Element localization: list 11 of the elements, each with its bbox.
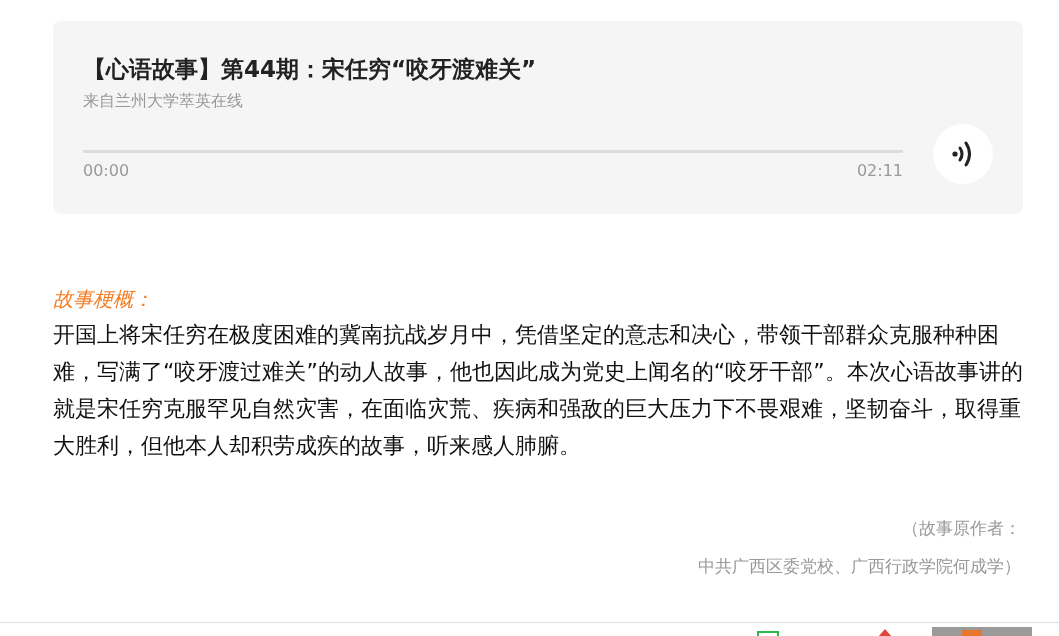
summary-label: 故事梗概： [53, 286, 154, 313]
audio-source: 来自兰州大学萃英在线 [83, 91, 244, 112]
thumbnail-icon[interactable] [932, 627, 1032, 636]
arrow-icon[interactable] [878, 629, 892, 636]
sound-icon [952, 141, 974, 167]
current-time: 00:00 [83, 161, 130, 180]
summary-text: 开国上将宋任穷在极度困难的冀南抗战岁月中，凭借坚定的意志和决心，带领干部群众克服种种困难，写满了“咬牙渡过难关”的动人故事，他也因此成为党史上闻名的“咬牙干部”。本次心语故事讲的就是宋任穷克服罕见自然灾害，在面临灾荒、疾病和强敌的巨大压力下不畏艰难，坚韧奋斗，取得重大胜利，但他本人却积劳成疾的故事，听来感人肺腑。 [53, 321, 1023, 460]
duration: 02:11 [856, 161, 903, 180]
author-credit: （故事原作者： [902, 517, 1021, 540]
audio-title: 【心语故事】第44期：宋任穷“咬牙渡难关” [83, 55, 538, 84]
author-credit: 中共广西区委党校、广西行政学院何成学） [698, 555, 1021, 578]
